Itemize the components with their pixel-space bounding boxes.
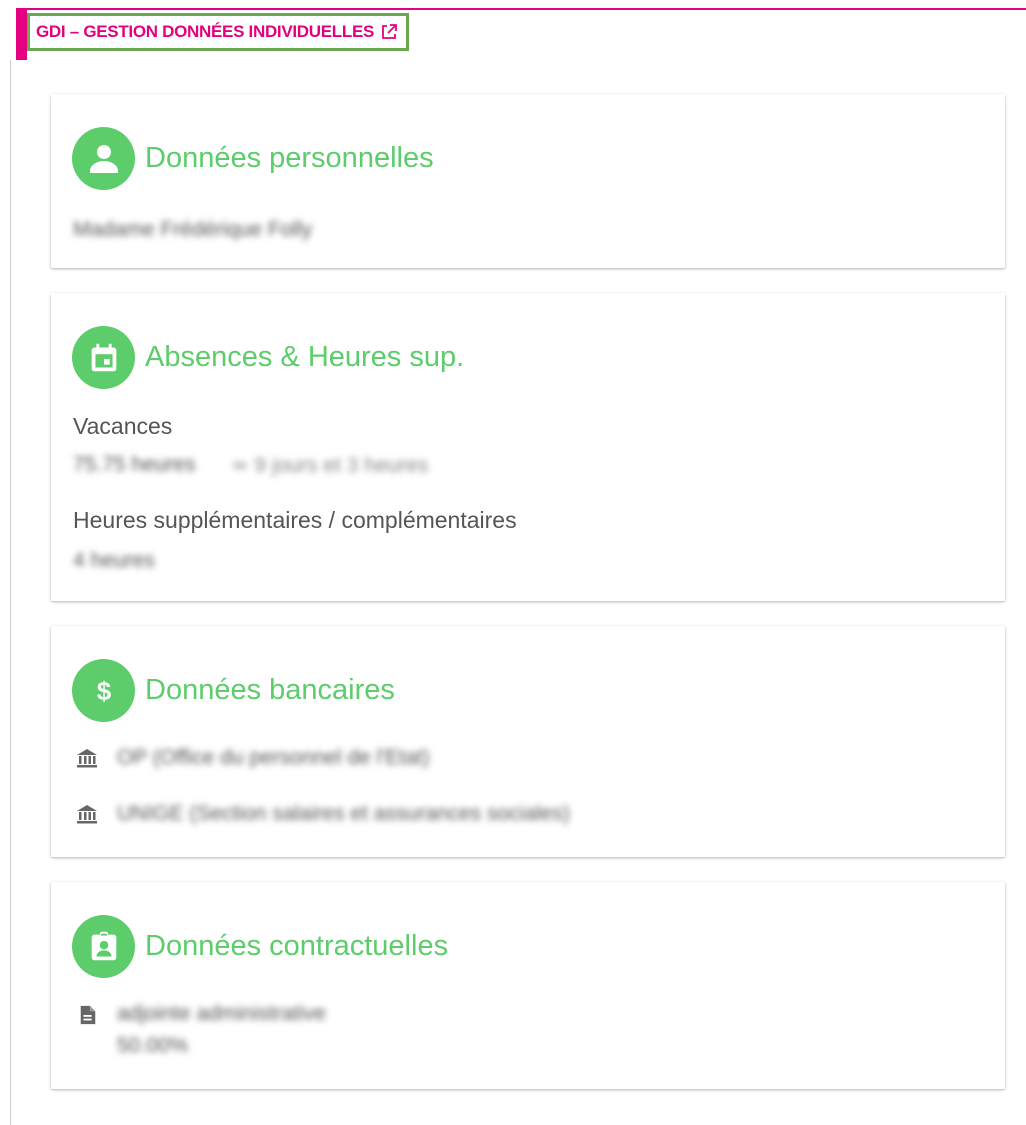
employee-name: Madame Frédérique Folly (73, 218, 313, 241)
header-top-border (16, 8, 1026, 10)
dollar-icon: $ (72, 659, 135, 722)
absences-card[interactable]: Absences & Heures sup. Vacances 75.75 he… (51, 293, 1005, 601)
bank-icon (76, 747, 98, 769)
bank-item-1: OP (Office du personnel de l'Etat) (117, 746, 430, 769)
page-left-border (10, 60, 11, 1125)
app-header-link[interactable]: GDI – GESTION DONNÉES INDIVIDUELLES (27, 13, 410, 51)
contract-role: adjointe administrative (117, 1002, 326, 1025)
banking-title: Données bancaires (145, 674, 395, 706)
document-icon (78, 1004, 100, 1026)
banking-card[interactable]: $ Données bancaires OP (Office du person… (51, 626, 1005, 857)
badge-icon (72, 915, 135, 978)
personal-data-header: Données personnelles (72, 127, 434, 190)
personal-data-card[interactable]: Données personnelles Madame Frédérique F… (51, 94, 1005, 268)
external-link-icon (380, 23, 398, 41)
personal-data-title: Données personnelles (145, 142, 434, 174)
contract-card[interactable]: Données contractuelles adjointe administ… (51, 882, 1005, 1089)
calendar-icon (72, 326, 135, 389)
overtime-value: 4 heures (73, 549, 155, 572)
vacation-hours: 75.75 heures (73, 453, 196, 476)
person-icon (72, 127, 135, 190)
vacation-days: ≃ 9 jours et 3 heures (231, 454, 429, 477)
absences-header: Absences & Heures sup. (72, 326, 464, 389)
bank-icon (76, 803, 98, 825)
header-left-accent (16, 8, 27, 60)
svg-text:$: $ (96, 676, 111, 706)
contract-header: Données contractuelles (72, 915, 448, 978)
absences-title: Absences & Heures sup. (145, 341, 465, 373)
app-title: GDI – GESTION DONNÉES INDIVIDUELLES (36, 22, 375, 41)
contract-rate: 50.00% (117, 1034, 189, 1057)
vacation-label: Vacances (73, 413, 173, 439)
overtime-label: Heures supplémentaires / complémentaires (73, 507, 517, 533)
bank-item-2: UNIGE (Section salaires et assurances so… (117, 802, 570, 825)
contract-title: Données contractuelles (145, 930, 449, 962)
banking-header: $ Données bancaires (72, 659, 395, 722)
